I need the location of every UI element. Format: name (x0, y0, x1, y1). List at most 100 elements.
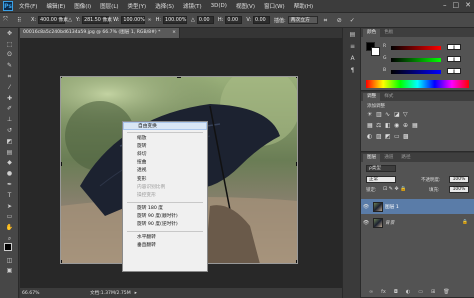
reference-point-icon[interactable]: ⠿ (17, 17, 27, 24)
hue-sat-icon[interactable]: ▦ (367, 122, 376, 129)
gradient-tool-icon[interactable]: ▤ (0, 147, 19, 158)
lasso-tool-icon[interactable]: ʘ (0, 50, 19, 61)
healing-tool-icon[interactable]: ✚ (0, 93, 19, 104)
brightness-icon[interactable]: ☀ (367, 111, 376, 118)
color-swatches-icon[interactable] (0, 243, 19, 256)
transform-tool-icon[interactable]: ⤧ (3, 16, 13, 24)
zoom-tool-icon[interactable]: ⌕ (0, 233, 19, 244)
menu-layer[interactable]: 图层(L) (100, 2, 118, 10)
layer-name[interactable]: 背景 (385, 220, 394, 226)
blue-slider[interactable]: B 0 (383, 68, 461, 74)
menu-rotate-90-cw[interactable]: 旋转 90 度(顺时针) (123, 213, 207, 221)
color-lookup-icon[interactable]: ▦ (412, 122, 421, 129)
menu-skew[interactable]: 斜切 (123, 151, 207, 159)
x-field[interactable]: 400.00 像素 (38, 16, 68, 24)
quick-mask-icon[interactable]: ◫ (0, 255, 19, 266)
quick-select-tool-icon[interactable]: ✎ (0, 60, 19, 71)
app-logo[interactable]: Ps (3, 1, 13, 11)
transform-handle-top[interactable] (177, 76, 181, 78)
visibility-eye-icon[interactable]: 👁 (361, 220, 371, 226)
brush-tool-icon[interactable]: ✐ (0, 104, 19, 115)
marquee-tool-icon[interactable]: ⬚ (0, 39, 19, 50)
tab-paths[interactable]: 路径 (397, 154, 414, 162)
shape-tool-icon[interactable]: ▭ (0, 212, 19, 223)
transform-handle-left[interactable] (60, 162, 62, 166)
new-layer-icon[interactable]: ⊞ (431, 289, 435, 295)
delta-icon[interactable]: △ (68, 17, 72, 23)
curves-icon[interactable]: ∿ (385, 111, 394, 118)
red-slider[interactable]: R 0 (383, 44, 461, 50)
menu-help[interactable]: 帮助(H) (294, 2, 313, 10)
exposure-icon[interactable]: ◪ (394, 111, 403, 118)
cancel-transform-icon[interactable]: ⊘ (337, 17, 344, 24)
menu-free-transform[interactable]: 自由变换 (123, 122, 207, 131)
visibility-eye-icon[interactable]: 👁 (361, 204, 371, 210)
pen-tool-icon[interactable]: ✒ (0, 179, 19, 190)
move-tool-icon[interactable]: ✥ (0, 28, 19, 39)
opacity-field[interactable]: 100% (449, 176, 469, 183)
layer-row-selected[interactable]: 👁 图层 1 (361, 199, 474, 214)
eyedropper-tool-icon[interactable]: ⁄ (0, 82, 19, 93)
path-select-tool-icon[interactable]: ➤ (0, 201, 19, 212)
transform-handle-br[interactable] (296, 260, 298, 264)
black-white-icon[interactable]: ◧ (385, 122, 394, 129)
lock-icons[interactable]: ⊡ ✎ ✥ 🔒 (383, 186, 407, 192)
link-layers-icon[interactable]: ∞ (369, 289, 373, 295)
menu-select[interactable]: 选择(S) (155, 2, 174, 10)
tab-swatches[interactable]: 色板 (380, 29, 397, 37)
background-color-swatch[interactable] (371, 47, 380, 56)
type-tool-icon[interactable]: T (0, 190, 19, 201)
link-icon[interactable]: ∞ (147, 17, 151, 23)
history-panel-icon[interactable]: ▤ (343, 28, 362, 40)
status-arrow-icon[interactable]: ▸ (135, 291, 137, 296)
document-close-icon[interactable]: × (172, 28, 176, 38)
fill-field[interactable]: 100% (449, 186, 469, 193)
menu-file[interactable]: 文件(F) (19, 2, 37, 10)
menu-type[interactable]: 类型(Y) (128, 2, 147, 10)
blur-tool-icon[interactable]: ◆ (0, 158, 19, 169)
menu-image[interactable]: 图像(I) (74, 2, 91, 10)
tab-color[interactable]: 颜色 (363, 29, 381, 37)
stamp-tool-icon[interactable]: ⊥ (0, 114, 19, 125)
warp-toggle-icon[interactable]: ⌗ (324, 17, 331, 24)
rotate-field[interactable]: 0.00 (196, 16, 214, 24)
paragraph-panel-icon[interactable]: ¶ (343, 64, 362, 76)
color-spectrum-bar[interactable] (366, 80, 469, 88)
menu-warp[interactable]: 变形 (123, 176, 207, 184)
red-value[interactable]: 0 (447, 44, 461, 50)
menu-window[interactable]: 窗口(W) (264, 2, 285, 10)
threshold-icon[interactable]: ◩ (385, 133, 394, 140)
blend-mode-select[interactable]: 正常 (366, 176, 396, 183)
vskew-field[interactable]: 0.00 (253, 16, 271, 24)
invert-icon[interactable]: ◐ (367, 133, 376, 140)
menu-edit[interactable]: 编辑(E) (46, 2, 65, 10)
tab-adjustments[interactable]: 调整 (363, 93, 381, 101)
menu-perspective[interactable]: 透视 (123, 167, 207, 175)
document-info[interactable]: 文档:1.37M/2.75M (90, 290, 131, 296)
w-field[interactable]: 100.00% (121, 16, 146, 24)
layer-name[interactable]: 图层 1 (385, 204, 399, 210)
menu-view[interactable]: 视图(V) (236, 2, 255, 10)
transform-handle-tr[interactable] (296, 76, 298, 78)
add-mask-icon[interactable]: ◘ (394, 289, 398, 295)
properties-panel-icon[interactable]: ≡ (343, 40, 362, 52)
transform-handle-bl[interactable] (60, 260, 62, 264)
layer-filter-select[interactable]: ρ类型 (366, 165, 396, 172)
close-button[interactable]: ✕ (465, 1, 471, 9)
transform-handle-right[interactable] (296, 162, 298, 166)
interpolation-select[interactable]: 两次立方 (287, 16, 318, 24)
history-brush-icon[interactable]: ↺ (0, 125, 19, 136)
y-field[interactable]: 281.50 像素 (82, 16, 112, 24)
crop-tool-icon[interactable]: ⌗ (0, 71, 19, 82)
color-balance-icon[interactable]: ⚖ (376, 122, 385, 129)
menu-flip-vertical[interactable]: 垂直翻转 (123, 242, 207, 250)
levels-icon[interactable]: ▥ (376, 111, 385, 118)
tab-channels[interactable]: 通道 (380, 154, 397, 162)
photo-filter-icon[interactable]: ◉ (394, 122, 403, 129)
tab-layers[interactable]: 图层 (363, 154, 381, 162)
hskew-field[interactable]: 0.00 (225, 16, 243, 24)
screen-mode-icon[interactable]: ▣ (0, 266, 19, 277)
menu-rotate-180[interactable]: 旋转 180 度 (123, 205, 207, 213)
transform-handle-tl[interactable] (60, 76, 62, 78)
character-panel-icon[interactable]: A (343, 52, 362, 64)
